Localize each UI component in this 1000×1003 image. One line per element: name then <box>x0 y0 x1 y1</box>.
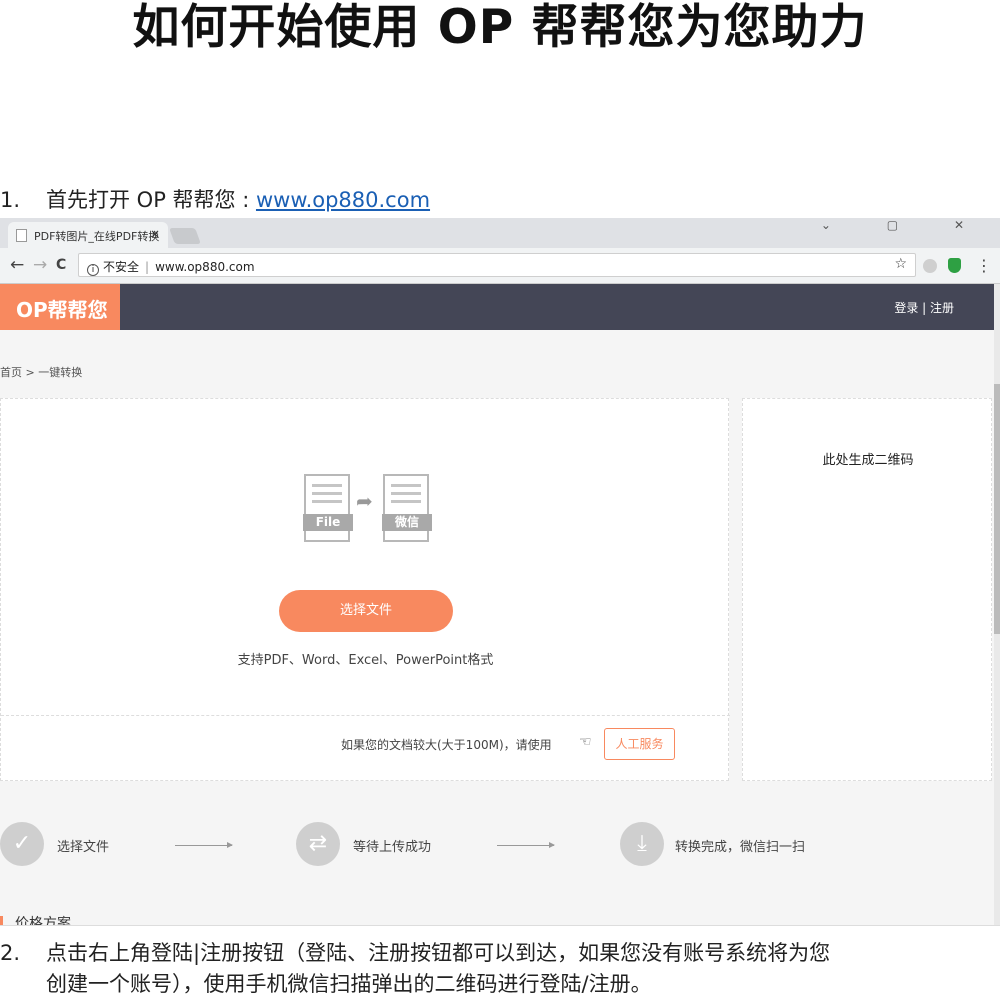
qr-panel: 此处生成二维码 <box>742 398 992 781</box>
manual-service-button[interactable]: 人工服务 <box>604 728 675 760</box>
check-icon: ✓ <box>0 822 44 866</box>
large-file-row: 如果您的文档较大(大于100M)，请使用 ☜ 人工服务 <box>1 715 730 782</box>
close-icon[interactable]: × <box>150 227 160 241</box>
back-icon[interactable]: ← <box>10 255 24 275</box>
choose-file-button[interactable]: 选择文件 <box>279 590 453 632</box>
bookmark-star-icon[interactable]: ☆ <box>894 256 907 272</box>
page-icon <box>16 229 27 242</box>
address-bar: ← → C i 不安全 | www.op880.com ☆ ⋮ <box>0 248 1000 284</box>
conversion-illustration: File ➦ 微信 <box>301 474 432 544</box>
step-2: 2. 点击右上角登陆|注册按钮（登陆、注册按钮都可以到达，如果您没有账号系统将为您… <box>0 938 1000 1000</box>
new-tab-button[interactable] <box>169 228 201 244</box>
curved-arrow-icon: ➦ <box>356 489 373 513</box>
scroll-thumb[interactable] <box>994 384 1000 634</box>
window-controls[interactable]: ⌄ ▢ ✕ <box>821 218 990 232</box>
breadcrumb[interactable]: 首页 > 一键转换 <box>0 364 82 380</box>
browser-tab[interactable]: PDF转图片_在线PDF转换 × <box>8 222 168 248</box>
step-2-line-2: 创建一个账号），使用手机微信扫描弹出的二维码进行登陆/注册。 <box>46 972 652 996</box>
url-text: www.op880.com <box>155 260 255 274</box>
step-2-line-1: 点击右上角登陆|注册按钮（登陆、注册按钮都可以到达，如果您没有账号系统将为您 <box>46 941 831 965</box>
scrollbar[interactable] <box>994 284 1000 925</box>
document-title: 如何开始使用 OP 帮帮您为您助力 <box>132 0 868 55</box>
large-file-hint: 如果您的文档较大(大于100M)，请使用 <box>341 738 552 752</box>
step-label: 转换完成，微信扫一扫 <box>675 840 806 855</box>
menu-icon[interactable]: ⋮ <box>976 256 992 275</box>
step-number: 1. <box>0 188 21 212</box>
wechat-document-icon: 微信 <box>382 474 432 542</box>
tab-bar: PDF转图片_在线PDF转换 × ⌄ ▢ ✕ <box>0 218 1000 248</box>
qr-placeholder-text: 此处生成二维码 <box>822 453 914 468</box>
pointing-hand-icon: ☜ <box>579 734 592 750</box>
tab-title: PDF转图片_在线PDF转换 <box>34 230 160 243</box>
browser-screenshot: PDF转图片_在线PDF转换 × ⌄ ▢ ✕ ← → C i 不安全 | www.op… <box>0 218 1000 926</box>
arrow-divider <box>497 842 555 848</box>
shield-icon[interactable] <box>948 258 961 273</box>
extension-icon[interactable] <box>923 259 937 273</box>
pricing-heading: 价格方案 <box>0 916 71 925</box>
file-tag: File <box>303 514 353 531</box>
file-document-icon: File <box>303 474 353 542</box>
forward-icon[interactable]: → <box>33 255 47 275</box>
supported-formats-text: 支持PDF、Word、Excel、PowerPoint格式 <box>237 653 494 668</box>
step-1: 1. 首先打开 OP 帮帮您 : www.op880.com <box>0 186 430 214</box>
process-steps: ✓ 选择文件 ⇄ 等待上传成功 ⤓ 转换完成，微信扫一扫 <box>0 822 994 876</box>
url-input[interactable]: i 不安全 | www.op880.com ☆ <box>78 253 916 277</box>
arrow-divider <box>175 842 233 848</box>
step-1-text: 首先打开 OP 帮帮您 : <box>46 188 256 212</box>
reload-icon[interactable]: C <box>56 257 66 273</box>
security-label: 不安全 <box>103 260 140 274</box>
download-icon: ⤓ <box>620 822 664 866</box>
upload-panel: File ➦ 微信 选择文件 支持PDF、Word、Excel、PowerPoi… <box>0 398 730 782</box>
wechat-tag: 微信 <box>382 514 432 531</box>
site-logo[interactable]: OP帮帮您 <box>0 284 120 330</box>
info-icon[interactable]: i <box>87 264 99 276</box>
site-header: OP帮帮您 登录 | 注册 <box>0 284 994 330</box>
step-number: 2. <box>0 941 21 965</box>
step-label: 选择文件 <box>57 840 110 855</box>
login-register-links[interactable]: 登录 | 注册 <box>894 299 954 316</box>
step-label: 等待上传成功 <box>353 840 432 855</box>
site-link[interactable]: www.op880.com <box>256 188 430 212</box>
swap-arrows-icon: ⇄ <box>296 822 340 866</box>
